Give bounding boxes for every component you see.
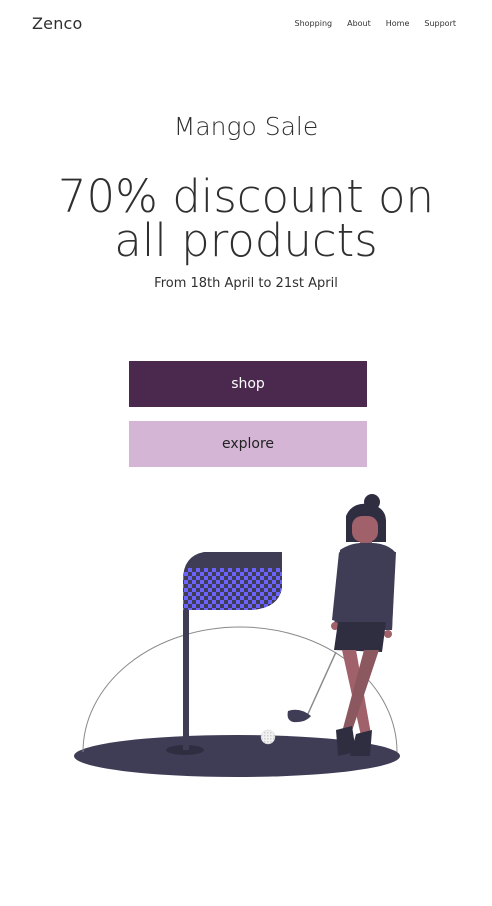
explore-button[interactable]: explore [129,421,367,467]
golfer-figure [331,494,396,756]
nav-link-home[interactable]: Home [386,19,410,28]
sale-dates: From 18th April to 21st April [154,276,338,291]
golf-club-icon [287,651,337,723]
headline-line-1: 70% discount on [57,170,435,223]
golf-illustration [74,494,400,777]
nav-link-about[interactable]: About [347,19,371,28]
headline: 70% discount on all products [20,170,472,267]
top-navbar: Zenco Shopping About Home Support [0,0,492,48]
shop-button[interactable]: shop [129,361,367,407]
brand-logo[interactable]: Zenco [32,14,83,33]
nav-menu: Shopping About Home Support [295,19,456,28]
headline-line-2: all products [114,214,378,267]
golf-flag-icon [183,552,282,750]
nav-link-support[interactable]: Support [424,19,456,28]
nav-link-shopping[interactable]: Shopping [295,19,333,28]
sale-subtitle: Mango Sale [173,112,319,141]
golf-ball-icon [260,729,276,745]
